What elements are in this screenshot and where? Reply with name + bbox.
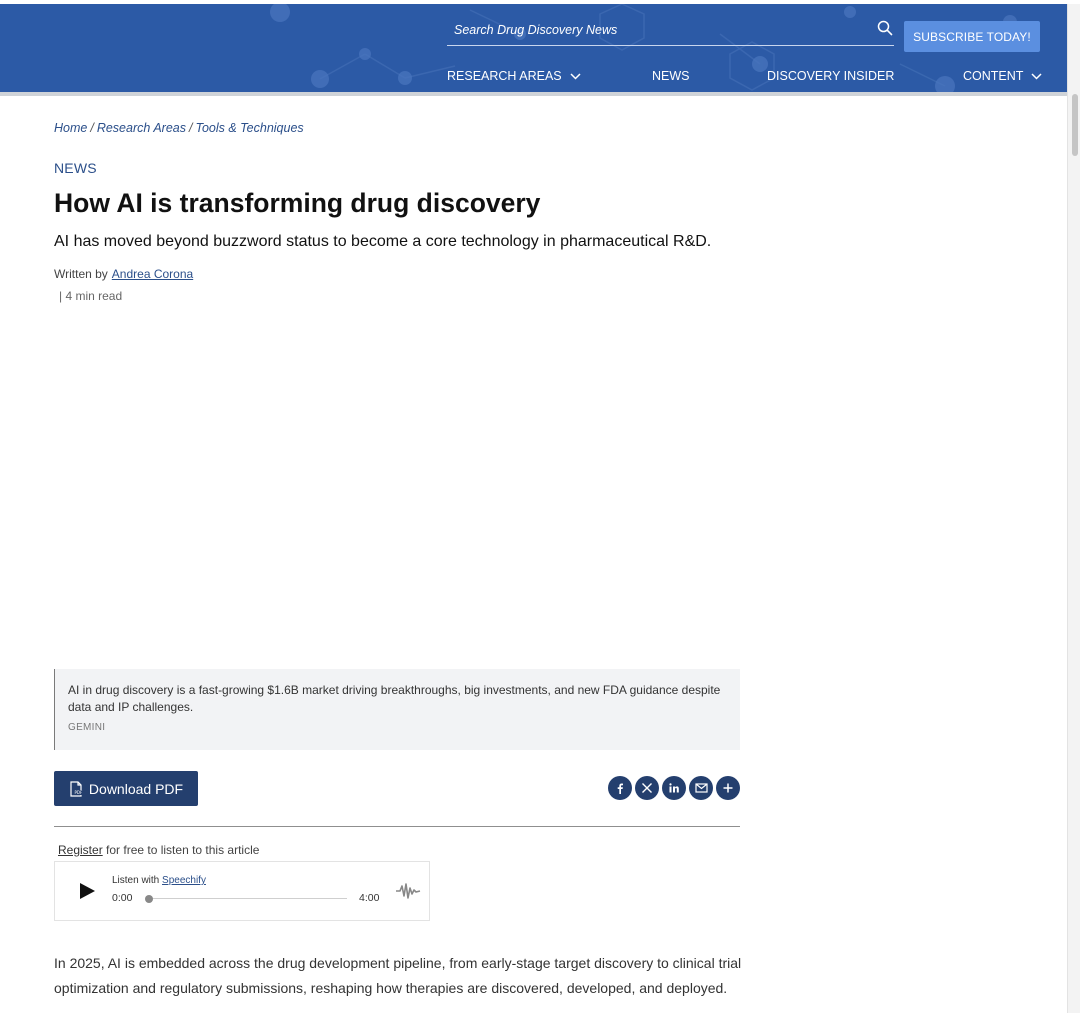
- download-pdf-label: Download PDF: [88, 780, 184, 797]
- progress-knob[interactable]: [145, 895, 153, 903]
- facebook-icon[interactable]: [608, 776, 632, 800]
- waveform-icon: [396, 883, 421, 899]
- current-time: 0:00: [112, 892, 133, 904]
- speechify-link[interactable]: Speechify: [162, 875, 206, 886]
- svg-text:PDF: PDF: [74, 790, 82, 795]
- download-pdf-button[interactable]: PDF Download PDF: [54, 771, 198, 806]
- nav-research-areas[interactable]: RESEARCH AREAS: [447, 68, 581, 84]
- register-link[interactable]: Register: [58, 843, 103, 857]
- register-prompt: Register for free to listen to this arti…: [58, 843, 259, 857]
- play-icon[interactable]: [77, 881, 97, 901]
- article-subtitle: AI has moved beyond buzzword status to b…: [54, 233, 712, 250]
- listen-prefix: Listen with: [112, 875, 160, 886]
- site-header: SUBSCRIBE TODAY! RESEARCH AREAS NEWS DIS…: [0, 4, 1067, 92]
- nav-discovery-insider[interactable]: DISCOVERY INSIDER: [767, 68, 894, 84]
- section-divider: [54, 826, 740, 827]
- register-suffix: for free to listen to this article: [106, 843, 260, 857]
- linkedin-icon[interactable]: [662, 776, 686, 800]
- pdf-file-icon: PDF: [70, 780, 83, 797]
- breadcrumb: Home / Research Areas / Tools & Techniques: [54, 121, 304, 135]
- read-time: | 4 min read: [59, 289, 123, 303]
- search-icon[interactable]: [877, 20, 893, 36]
- nav-news-label: NEWS: [652, 69, 690, 83]
- author-link[interactable]: Andrea Corona: [112, 267, 193, 281]
- article-title: How AI is transforming drug discovery: [54, 188, 541, 218]
- header-divider: [0, 92, 1067, 96]
- listen-with-label: Listen with Speechify: [112, 875, 206, 886]
- breadcrumb-tools-techniques[interactable]: Tools & Techniques: [195, 121, 303, 135]
- breadcrumb-separator: /: [90, 121, 94, 135]
- search-bar: [447, 16, 894, 46]
- nav-content-label: CONTENT: [963, 69, 1024, 83]
- article-body-paragraph: In 2025, AI is embedded across the drug …: [54, 955, 742, 996]
- chevron-down-icon: [570, 72, 581, 80]
- plus-icon[interactable]: [716, 776, 740, 800]
- progress-track[interactable]: [147, 898, 347, 899]
- byline-prefix: Written by: [54, 267, 108, 281]
- search-input[interactable]: [454, 19, 854, 41]
- caption-text: AI in drug discovery is a fast-growing $…: [68, 683, 721, 714]
- nav-research-areas-label: RESEARCH AREAS: [447, 69, 562, 83]
- breadcrumb-home[interactable]: Home: [54, 121, 87, 135]
- email-icon[interactable]: [689, 776, 713, 800]
- scrollbar-thumb[interactable]: [1072, 94, 1078, 156]
- page-scrollbar[interactable]: [1067, 4, 1080, 1013]
- caption-credit: GEMINI: [68, 722, 106, 733]
- nav-discovery-insider-label: DISCOVERY INSIDER: [767, 69, 895, 83]
- chevron-down-icon: [1031, 72, 1042, 80]
- total-time: 4:00: [359, 892, 380, 904]
- nav-news[interactable]: NEWS: [652, 68, 690, 84]
- article-category[interactable]: NEWS: [54, 160, 97, 176]
- byline: Written by Andrea Corona: [54, 267, 193, 281]
- image-caption: AI in drug discovery is a fast-growing $…: [54, 669, 740, 750]
- nav-content[interactable]: CONTENT: [963, 68, 1042, 84]
- audio-player: Listen with Speechify 0:00 4:00: [54, 861, 430, 921]
- subscribe-button[interactable]: SUBSCRIBE TODAY!: [904, 21, 1040, 52]
- breadcrumb-research-areas[interactable]: Research Areas: [97, 121, 186, 135]
- x-icon[interactable]: [635, 776, 659, 800]
